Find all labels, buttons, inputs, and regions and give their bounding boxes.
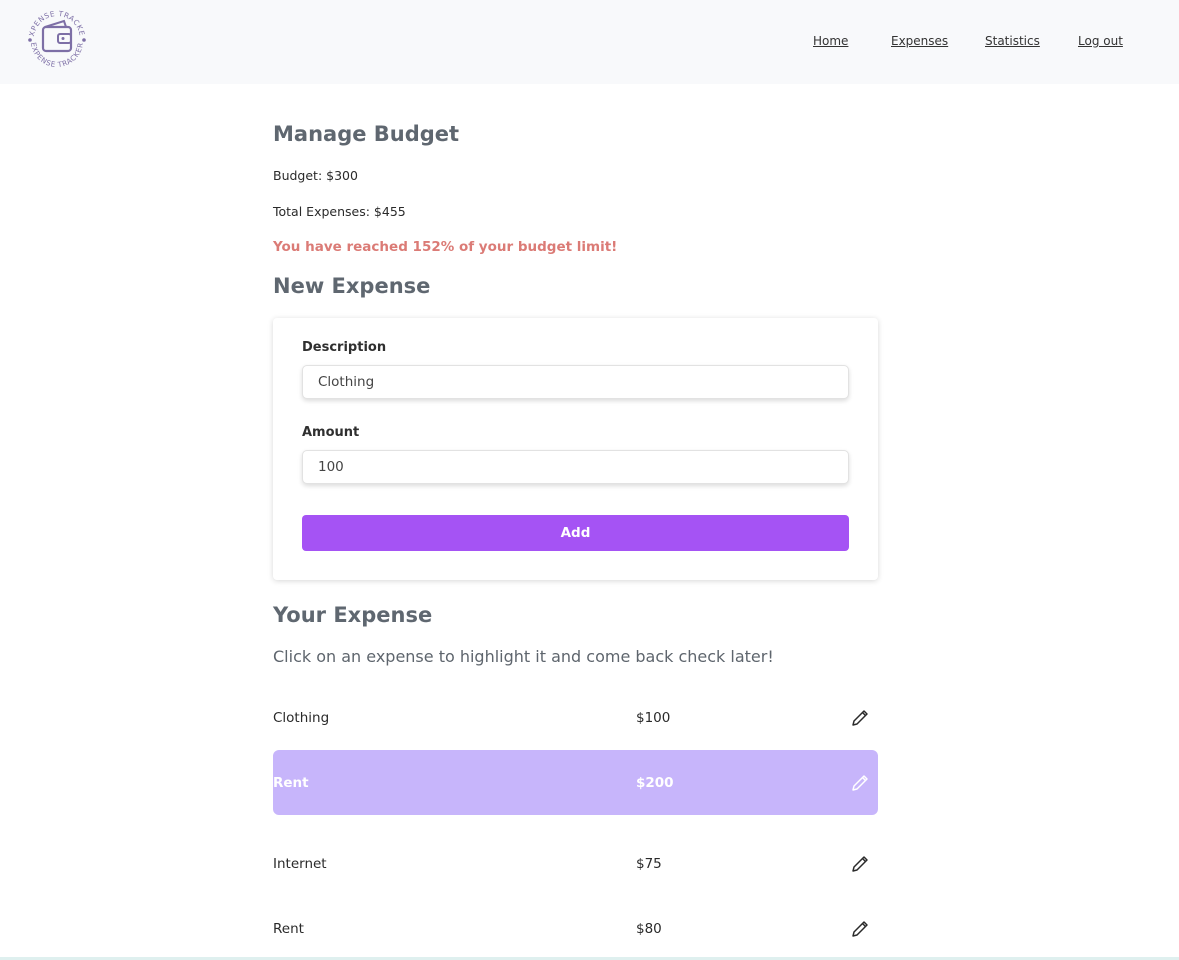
- expense-description: Rent: [273, 920, 304, 937]
- expense-hint: Click on an expense to highlight it and …: [273, 647, 774, 666]
- wallet-icon: [41, 19, 73, 53]
- pencil-icon[interactable]: [850, 773, 870, 793]
- svg-text:EXPENSE TRACKER: EXPENSE TRACKER: [29, 42, 85, 70]
- description-input[interactable]: Clothing: [302, 365, 849, 399]
- nav-logout-link[interactable]: Log out: [1078, 34, 1123, 48]
- nav-expenses-link[interactable]: Expenses: [891, 34, 948, 48]
- pencil-icon[interactable]: [850, 708, 870, 728]
- expense-amount: $80: [636, 920, 662, 937]
- expense-description: Clothing: [273, 709, 330, 726]
- description-label: Description: [302, 340, 387, 355]
- your-expense-title: Your Expense: [273, 603, 433, 627]
- svg-text:EXPENSE TRACKER: EXPENSE TRACKER: [22, 4, 87, 37]
- expense-row[interactable]: Rent $80: [273, 896, 878, 960]
- add-expense-button[interactable]: Add: [302, 515, 849, 551]
- expense-description: Rent: [273, 774, 309, 791]
- expense-row[interactable]: Clothing $100: [273, 685, 878, 750]
- new-expense-form: Description Clothing Amount 100 Add: [273, 318, 878, 580]
- pencil-icon[interactable]: [850, 919, 870, 939]
- expense-row[interactable]: Internet $75: [273, 831, 878, 896]
- expense-amount: $75: [636, 855, 662, 872]
- new-expense-title: New Expense: [273, 274, 431, 298]
- expense-amount: $100: [636, 709, 671, 726]
- expense-tracker-logo[interactable]: EXPENSE TRACKER EXPENSE TRACKER: [19, 0, 92, 74]
- manage-budget-title: Manage Budget: [273, 122, 460, 146]
- total-expenses: Total Expenses: $455: [273, 204, 406, 219]
- expense-row-highlighted[interactable]: Rent $200: [273, 750, 878, 815]
- navbar: EXPENSE TRACKER EXPENSE TRACKER Home Exp…: [0, 0, 1179, 84]
- amount-label: Amount: [302, 425, 360, 440]
- budget-amount: Budget: $300: [273, 168, 358, 183]
- pencil-icon[interactable]: [850, 854, 870, 874]
- expense-amount: $200: [636, 774, 674, 791]
- nav-statistics-link[interactable]: Statistics: [985, 34, 1040, 48]
- budget-warning: You have reached 152% of your budget lim…: [273, 239, 618, 255]
- nav-home-link[interactable]: Home: [813, 34, 848, 48]
- amount-input[interactable]: 100: [302, 450, 849, 484]
- expense-description: Internet: [273, 855, 327, 872]
